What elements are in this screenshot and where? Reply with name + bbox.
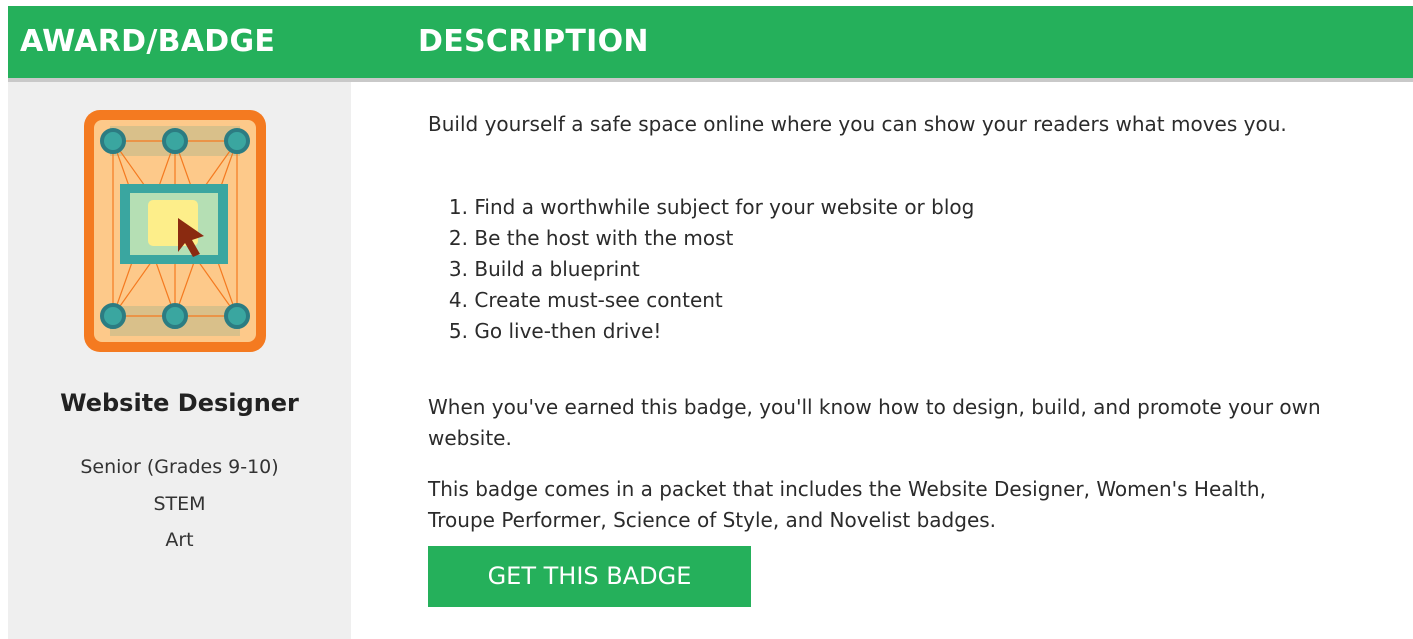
get-this-badge-button[interactable]: GET THIS BADGE — [428, 546, 751, 607]
badge-title: Website Designer — [60, 389, 299, 417]
list-item: 5. Go live-then drive! — [448, 319, 662, 343]
website-designer-badge-icon — [84, 110, 266, 352]
badge-category-stem: STEM — [153, 493, 206, 515]
list-item: 2. Be the host with the most — [448, 226, 734, 250]
badge-grade-level: Senior (Grades 9-10) — [80, 456, 279, 478]
earned-text: When you've earned this badge, you'll kn… — [428, 395, 1321, 450]
steps-list: 1. Find a worthwhile subject for your we… — [428, 192, 974, 347]
packet-text: This badge comes in a packet that includ… — [428, 477, 1266, 532]
list-item: 4. Create must-see content — [448, 288, 723, 312]
header-description: DESCRIPTION — [418, 24, 649, 59]
badge-column: Website Designer Senior (Grades 9-10) ST… — [8, 82, 351, 639]
list-item: 1. Find a worthwhile subject for your we… — [448, 195, 975, 219]
description-intro: Build yourself a safe space online where… — [428, 112, 1287, 136]
table-header: AWARD/BADGE DESCRIPTION — [8, 6, 1413, 78]
list-item: 3. Build a blueprint — [448, 257, 640, 281]
badge-category-art: Art — [165, 529, 194, 551]
header-award-badge: AWARD/BADGE — [20, 24, 276, 59]
